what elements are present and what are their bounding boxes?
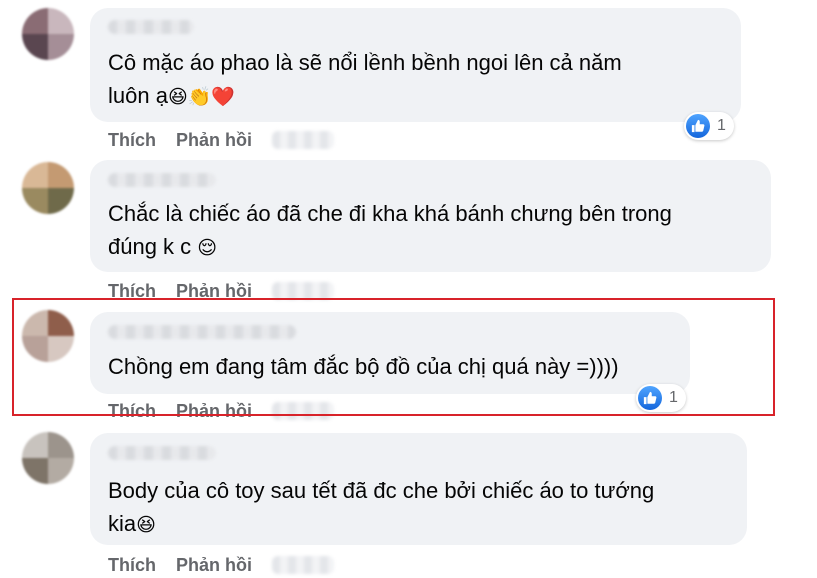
comment-actions: Thích Phản hồi <box>108 128 334 152</box>
author-name-blurred[interactable] <box>108 20 194 34</box>
comment-text: Cô mặc áo phao là sẽ nổi lềnh bềnh ngoi … <box>108 46 622 114</box>
author-name-blurred[interactable] <box>108 446 216 460</box>
like-icon <box>638 386 662 410</box>
comment-line: Cô mặc áo phao là sẽ nổi lềnh bềnh ngoi … <box>108 50 622 75</box>
comment-line: đúng k c <box>108 234 192 259</box>
author-name-blurred[interactable] <box>108 325 296 339</box>
reaction-badge[interactable]: 1 <box>684 112 734 140</box>
emoji-group: 😌 <box>197 237 218 259</box>
reaction-count: 1 <box>669 389 678 406</box>
comment-line: Body của cô toy sau tết đã đc che bởi ch… <box>108 478 655 503</box>
emoji-group: 😆👏❤️ <box>167 86 236 108</box>
comment-text: Chắc là chiếc áo đã che đi kha khá bánh … <box>108 197 672 265</box>
timestamp-blurred[interactable] <box>272 402 334 420</box>
reaction-badge[interactable]: 1 <box>636 384 686 412</box>
reply-button[interactable]: Phản hồi <box>176 555 252 576</box>
comment-text: Chồng em đang tâm đắc bộ đồ của chị quá … <box>108 350 619 383</box>
author-name-blurred[interactable] <box>108 173 216 187</box>
like-button[interactable]: Thích <box>108 401 156 422</box>
comment-actions: Thích Phản hồi <box>108 399 334 423</box>
timestamp-blurred[interactable] <box>272 282 334 300</box>
avatar[interactable] <box>22 8 74 60</box>
comment-line: Chắc là chiếc áo đã che đi kha khá bánh … <box>108 201 672 226</box>
like-button[interactable]: Thích <box>108 555 156 576</box>
avatar[interactable] <box>22 432 74 484</box>
like-button[interactable]: Thích <box>108 281 156 302</box>
reply-button[interactable]: Phản hồi <box>176 281 252 302</box>
reply-button[interactable]: Phản hồi <box>176 401 252 422</box>
comment-actions: Thích Phản hồi <box>108 279 334 303</box>
comment-line: kia <box>108 511 137 536</box>
emoji-group: 😆 <box>136 514 156 536</box>
like-icon <box>686 114 710 138</box>
comment-actions: Thích Phản hồi <box>108 553 334 577</box>
timestamp-blurred[interactable] <box>272 556 334 574</box>
comment-line: Chồng em đang tâm đắc bộ đồ của chị quá … <box>108 354 619 379</box>
reply-button[interactable]: Phản hồi <box>176 130 252 151</box>
reaction-count: 1 <box>717 117 726 134</box>
comment-text: Body của cô toy sau tết đã đc che bởi ch… <box>108 474 654 542</box>
comment-line: luôn ạ <box>108 83 168 108</box>
timestamp-blurred[interactable] <box>272 131 334 149</box>
avatar[interactable] <box>22 162 74 214</box>
avatar[interactable] <box>22 310 74 362</box>
like-button[interactable]: Thích <box>108 130 156 151</box>
